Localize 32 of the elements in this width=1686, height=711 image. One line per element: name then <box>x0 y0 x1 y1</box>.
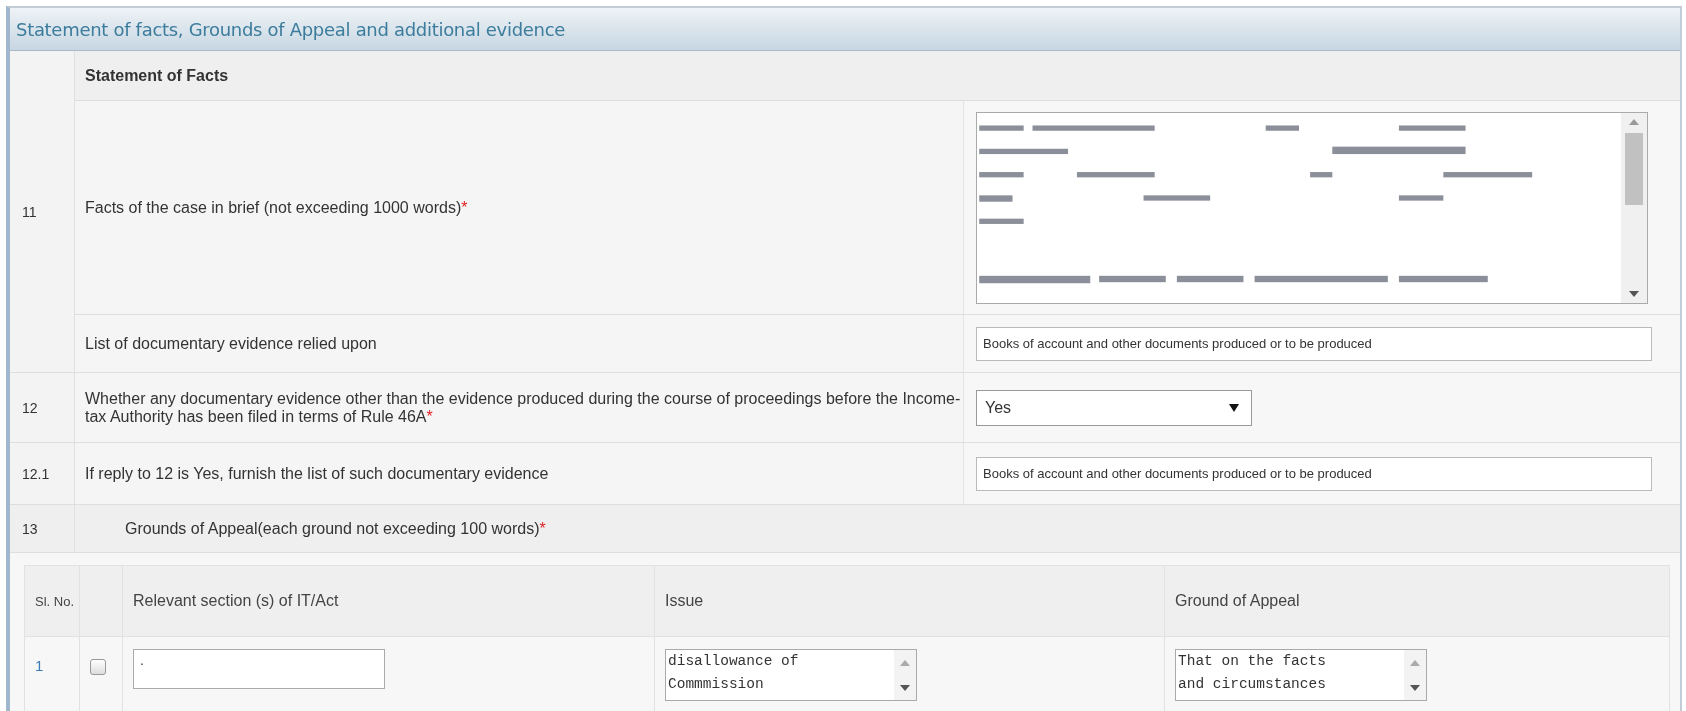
scroll-down-icon[interactable] <box>1629 290 1639 297</box>
scrollbar[interactable] <box>1621 112 1647 303</box>
ground-textarea[interactable]: That on the facts and circumstances <box>1175 649 1427 701</box>
section-input[interactable]: . <box>133 649 385 689</box>
column-header: Ground of Appeal <box>1164 565 1670 637</box>
yes-no-dropdown[interactable]: Yes <box>976 389 1252 426</box>
item-number: 12 <box>22 399 38 416</box>
section-heading: Grounds of Appeal(each ground not exceeding 100 words)* <box>125 519 546 538</box>
caret-icon <box>1229 403 1239 412</box>
column-header: Relevant section (s) of IT/Act <box>122 565 655 637</box>
scroll-up-icon[interactable] <box>1410 659 1420 666</box>
item-number: 12.1 <box>22 465 50 482</box>
scroll-down-icon[interactable] <box>1410 684 1420 691</box>
field-label: List of documentary evidence relied upon <box>85 334 377 353</box>
row-number: 1 <box>35 656 44 674</box>
scroll-up-icon[interactable] <box>1629 118 1639 125</box>
field-label: Facts of the case in brief (not exceeding 1000 words)* <box>85 198 468 217</box>
section-heading: Statement of Facts <box>85 66 229 85</box>
item-number: 13 <box>22 520 38 537</box>
column-header: Issue <box>654 565 1165 637</box>
evidence-input[interactable]: Books of account and other documents produced or to be produced <box>976 456 1652 491</box>
item-number: 11 <box>22 203 37 220</box>
scroll-up-icon[interactable] <box>900 659 910 666</box>
evidence-input[interactable]: Books of account and other documents produced or to be produced <box>976 326 1652 361</box>
scroll-down-icon[interactable] <box>900 684 910 691</box>
field-label: If reply to 12 is Yes, furnish the list of such documentary evidence <box>85 464 549 483</box>
panel-title: Statement of facts, Grounds of Appeal and additional evidence <box>16 18 566 40</box>
field-label: Whether any documentary evidence other than the evidence produced during the course of proceedings before the Income-tax Authority has been filed in terms of Rule 46A* <box>85 389 962 426</box>
row-checkbox[interactable] <box>90 659 106 675</box>
issue-textarea[interactable]: disallowance of Commmission <box>665 649 917 701</box>
scroll-thumb[interactable] <box>1625 132 1643 205</box>
column-header: Sl. No. <box>24 565 80 637</box>
